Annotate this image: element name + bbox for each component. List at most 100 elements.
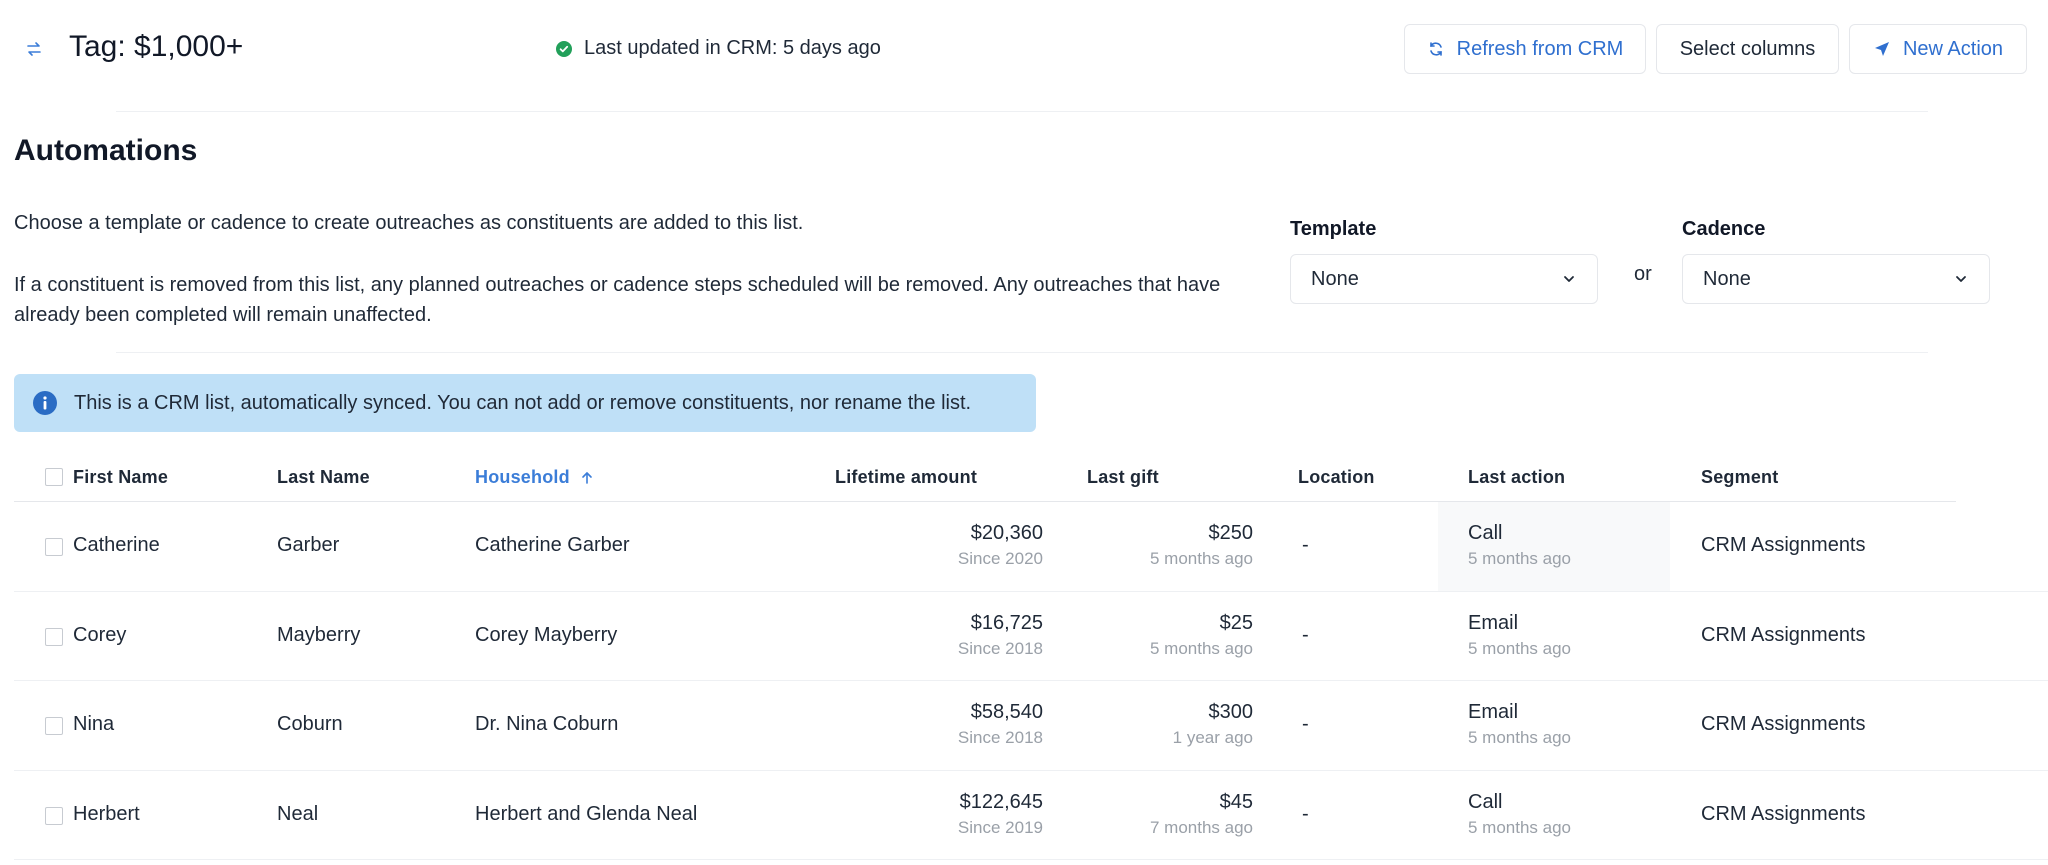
location-cell: - [1302, 534, 1309, 556]
table-row[interactable]: Catherine Garber Catherine Garber $20,36… [14, 502, 2048, 592]
send-icon [1874, 42, 1889, 56]
last-name-cell: Neal [277, 802, 319, 825]
arrow-up-icon [582, 471, 592, 484]
template-value: None [1311, 267, 1359, 290]
last-gift-amount: $250 [1208, 522, 1254, 544]
segment-cell: CRM Assignments [1701, 802, 1866, 825]
column-header-last-name[interactable]: Last Name [277, 467, 370, 488]
last-action-cell[interactable]: Call 5 months ago [1438, 771, 1670, 860]
select-all-checkbox[interactable] [45, 468, 63, 486]
new-action-button[interactable]: New Action [1849, 24, 2027, 74]
column-header-segment[interactable]: Segment [1701, 467, 1778, 488]
last-updated-status: Last updated in CRM: 5 days ago [556, 37, 881, 60]
household-cell: Corey Mayberry [475, 623, 618, 646]
last-name-cell: Coburn [277, 713, 343, 735]
last-action-cell[interactable]: Call 5 months ago [1438, 502, 1670, 591]
last-action-type: Call [1468, 790, 1503, 813]
location-cell: - [1302, 713, 1309, 735]
column-header-last-action[interactable]: Last action [1468, 467, 1565, 488]
new-action-label: New Action [1902, 37, 2004, 60]
location-cell: - [1302, 623, 1309, 646]
last-updated-text: Last updated in CRM: 5 days ago [584, 37, 881, 59]
last-action-when: 5 months ago [1468, 549, 1572, 568]
table-header: First Name Last Name Household Lifetime … [14, 452, 1956, 502]
cadence-select[interactable]: None [1682, 254, 1990, 304]
column-header-location[interactable]: Location [1298, 467, 1375, 488]
donor-since: Since 2020 [957, 549, 1043, 568]
last-gift-cell: $300 1 year ago [1053, 701, 1253, 748]
lifetime-amount-cell: $122,645 Since 2019 [843, 791, 1043, 838]
last-gift-amount: $45 [1219, 790, 1253, 813]
row-checkbox[interactable] [45, 627, 63, 646]
table-row[interactable]: Corey Mayberry Corey Mayberry $16,725 Si… [14, 592, 2048, 681]
lifetime-amount: $20,360 [970, 522, 1043, 544]
last-gift-amount: $300 [1208, 701, 1254, 723]
last-action-when: 5 months ago [1468, 728, 1572, 747]
row-checkbox[interactable] [45, 538, 63, 556]
automations-description: Choose a template or cadence to create o… [14, 212, 804, 234]
first-name-cell: Corey [73, 623, 127, 646]
divider [116, 352, 1928, 353]
last-action-when: 5 months ago [1468, 638, 1572, 658]
check-circle-icon [556, 40, 572, 57]
refresh-label: Refresh from CRM [1456, 37, 1624, 60]
chevron-down-icon [1564, 276, 1574, 282]
refresh-from-crm-button[interactable]: Refresh from CRM [1404, 24, 1646, 74]
select-columns-button[interactable]: Select columns [1656, 24, 1839, 74]
row-checkbox[interactable] [45, 806, 63, 825]
column-header-lifetime-amount[interactable]: Lifetime amount [835, 467, 977, 488]
first-name-cell: Catherine [73, 534, 160, 556]
crm-sync-info-banner: This is a CRM list, automatically synced… [14, 374, 1036, 432]
column-header-first-name[interactable]: First Name [73, 467, 168, 488]
segment-cell: CRM Assignments [1701, 534, 1866, 556]
household-cell: Catherine Garber [475, 534, 630, 556]
lifetime-amount: $58,540 [970, 701, 1043, 723]
lifetime-amount-cell: $20,360 Since 2020 [843, 522, 1043, 569]
last-gift-when: 1 year ago [1172, 728, 1253, 747]
row-checkbox[interactable] [45, 717, 63, 735]
donor-since: Since 2018 [957, 728, 1043, 747]
donor-since: Since 2019 [957, 817, 1043, 837]
household-cell: Dr. Nina Coburn [475, 713, 619, 735]
last-gift-cell: $45 7 months ago [1053, 791, 1253, 838]
last-action-type: Email [1468, 701, 1519, 723]
last-action-type: Call [1468, 522, 1503, 544]
refresh-icon [1429, 42, 1442, 56]
table-row[interactable]: Herbert Neal Herbert and Glenda Neal $12… [14, 771, 2048, 860]
sync-arrows-icon[interactable] [24, 39, 44, 59]
column-header-last-gift[interactable]: Last gift [1087, 467, 1159, 488]
last-gift-cell: $250 5 months ago [1053, 522, 1253, 569]
table-row[interactable]: Nina Coburn Dr. Nina Coburn $58,540 Sinc… [14, 681, 2048, 771]
last-action-cell[interactable]: Email 5 months ago [1438, 681, 1670, 770]
household-header-label: Household [475, 467, 570, 487]
last-gift-when: 5 months ago [1149, 549, 1253, 568]
household-cell: Herbert and Glenda Neal [475, 802, 698, 825]
lifetime-amount: $122,645 [959, 790, 1043, 813]
last-action-type: Email [1468, 611, 1519, 634]
last-action-when: 5 months ago [1468, 817, 1572, 837]
column-header-household[interactable]: Household [475, 467, 594, 488]
or-separator: or [1634, 263, 1652, 285]
location-cell: - [1302, 802, 1309, 825]
chevron-down-icon [1956, 276, 1966, 282]
info-icon [33, 391, 57, 415]
last-gift-amount: $25 [1219, 611, 1253, 634]
last-gift-when: 5 months ago [1149, 638, 1253, 658]
banner-text: This is a CRM list, automatically synced… [74, 391, 972, 414]
last-gift-cell: $25 5 months ago [1053, 612, 1253, 659]
last-name-cell: Mayberry [277, 623, 361, 646]
page-title: Tag: $1,000+ [69, 30, 244, 63]
automations-removal-note: If a constituent is removed from this li… [14, 274, 1221, 326]
cadence-label: Cadence [1682, 218, 1766, 240]
last-gift-when: 7 months ago [1149, 817, 1253, 837]
template-label: Template [1290, 218, 1377, 240]
constituents-table: First Name Last Name Household Lifetime … [14, 452, 2048, 860]
divider [116, 111, 1928, 112]
segment-cell: CRM Assignments [1701, 623, 1866, 646]
lifetime-amount: $16,725 [970, 611, 1043, 634]
last-action-cell[interactable]: Email 5 months ago [1438, 592, 1670, 681]
automations-title: Automations [14, 134, 198, 167]
template-select[interactable]: None [1290, 254, 1598, 304]
select-columns-label: Select columns [1679, 37, 1816, 60]
segment-cell: CRM Assignments [1701, 713, 1866, 735]
